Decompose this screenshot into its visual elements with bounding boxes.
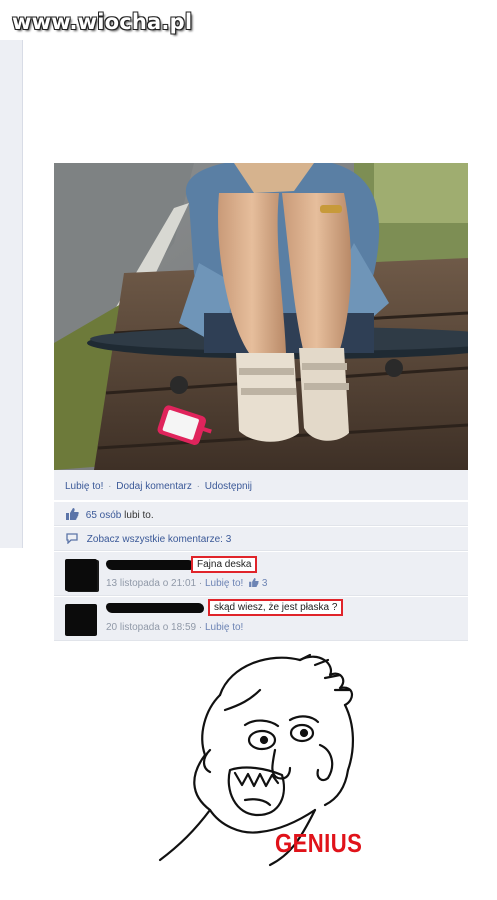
view-all-comments-link[interactable]: Zobacz wszystkie komentarze: 3	[87, 534, 232, 545]
avatar[interactable]	[65, 559, 97, 591]
share-link[interactable]: Udostępnij	[205, 481, 252, 492]
thumbs-up-icon	[249, 578, 259, 587]
redacted-author-name	[106, 560, 194, 570]
comment-like-link[interactable]: Lubię to!	[205, 622, 243, 633]
likes-count-link[interactable]: 65 osób	[86, 510, 122, 521]
view-comments-row[interactable]: Zobacz wszystkie komentarze: 3	[54, 527, 468, 551]
comment-text: skąd wiesz, że jest płaska ?	[208, 599, 344, 616]
comment-meta: 13 listopada o 21:01 · Lubię to! 3	[106, 578, 267, 589]
separator: ·	[196, 481, 200, 492]
post-actions-bar: Lubię to! · Dodaj komentarz · Udostępnij	[54, 470, 468, 501]
likes-suffix: lubi to.	[124, 510, 154, 521]
comment-text: Fajna deska	[191, 556, 258, 573]
post-photo[interactable]	[54, 163, 468, 470]
comment-item: Fajna deska 13 listopada o 21:01 · Lubię…	[54, 552, 468, 596]
genius-label: GENIUS	[275, 828, 363, 858]
comment-bubble-icon	[66, 533, 78, 544]
avatar[interactable]	[65, 604, 97, 636]
comment-timestamp[interactable]: 20 listopada o 18:59	[106, 622, 196, 633]
sidebar-strip	[0, 40, 23, 548]
comment-likes-count[interactable]: 3	[262, 578, 268, 589]
like-link[interactable]: Lubię to!	[65, 481, 103, 492]
photo-image	[54, 163, 468, 470]
watermark: www.wiocha.pl	[12, 10, 193, 34]
add-comment-link[interactable]: Dodaj komentarz	[116, 481, 192, 492]
comment-item: skąd wiesz, że jest płaska ? 20 listopad…	[54, 597, 468, 641]
comment-meta: 20 listopada o 18:59 · Lubię to!	[106, 622, 243, 633]
comment-timestamp[interactable]: 13 listopada o 21:01	[106, 578, 196, 589]
separator: ·	[108, 481, 112, 492]
thumbs-up-icon	[66, 508, 79, 520]
comment-like-link[interactable]: Lubię to!	[205, 578, 243, 589]
redacted-author-name	[106, 603, 204, 613]
likes-row: 65 osób lubi to.	[54, 502, 468, 526]
